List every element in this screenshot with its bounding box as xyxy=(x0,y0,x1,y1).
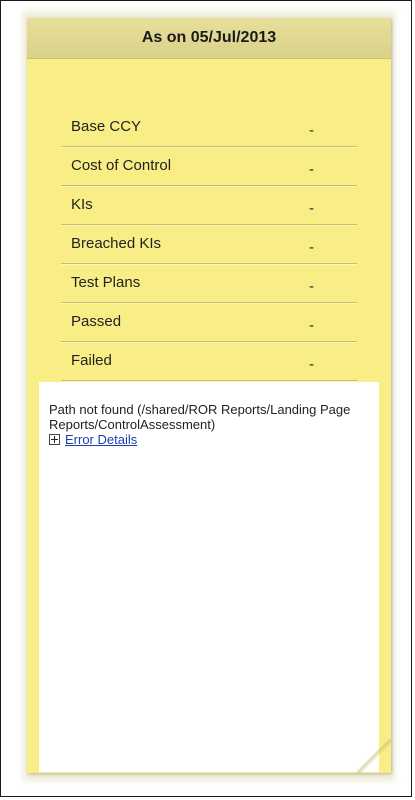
metric-label: Base CCY xyxy=(71,118,142,135)
metric-row-kis: KIs - xyxy=(61,186,357,225)
metric-row-base-ccy: Base CCY - xyxy=(61,108,357,147)
error-message: Path not found (/shared/ROR Reports/Land… xyxy=(49,402,351,432)
error-details-link[interactable]: Error Details xyxy=(65,432,137,447)
metric-label: Failed xyxy=(71,352,112,369)
metric-row-failed: Failed - xyxy=(61,342,357,381)
metric-row-breached-kis: Breached KIs - xyxy=(61,225,357,264)
metric-value: - xyxy=(309,161,314,178)
metric-label: Passed xyxy=(71,313,122,330)
page-curl-shadow xyxy=(357,739,391,773)
sticky-note-panel: As on 05/Jul/2013 Base CCY - Cost of Con… xyxy=(27,18,391,773)
plus-box-icon[interactable] xyxy=(49,434,60,445)
metric-value: - xyxy=(309,239,314,256)
metric-value: - xyxy=(309,122,314,139)
metric-label: Breached KIs xyxy=(71,235,162,252)
metric-row-passed: Passed - xyxy=(61,303,357,342)
metric-value: - xyxy=(309,356,314,373)
metric-row-cost-of-control: Cost of Control - xyxy=(61,147,357,186)
metrics-list: Base CCY - Cost of Control - KIs - Breac… xyxy=(61,108,357,381)
metric-value: - xyxy=(309,317,314,334)
metric-value: - xyxy=(309,278,314,295)
metric-row-test-plans: Test Plans - xyxy=(61,264,357,303)
metric-label: Cost of Control xyxy=(71,157,172,174)
report-frame: As on 05/Jul/2013 Base CCY - Cost of Con… xyxy=(0,0,412,797)
error-panel: Path not found (/shared/ROR Reports/Land… xyxy=(39,382,379,772)
metric-label: Test Plans xyxy=(71,274,141,291)
metric-value: - xyxy=(309,200,314,217)
metric-label: KIs xyxy=(71,196,93,213)
panel-header: As on 05/Jul/2013 xyxy=(27,18,391,59)
error-details-toggle[interactable]: Error Details xyxy=(49,432,137,447)
as-on-date-title: As on 05/Jul/2013 xyxy=(141,29,277,46)
